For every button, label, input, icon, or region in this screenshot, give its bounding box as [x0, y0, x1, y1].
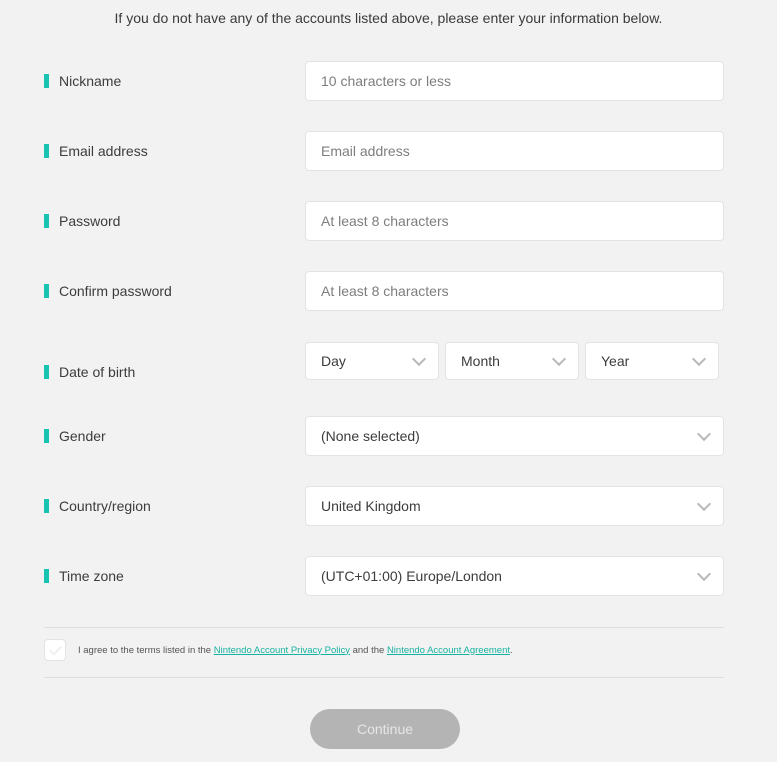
- privacy-policy-link[interactable]: Nintendo Account Privacy Policy: [214, 645, 350, 656]
- password-input[interactable]: At least 8 characters: [305, 201, 724, 241]
- dob-row: Date of birth Day Month Year: [44, 342, 724, 398]
- required-marker: [44, 214, 49, 228]
- agreement-row: I agree to the terms listed in the Ninte…: [44, 638, 724, 662]
- required-marker: [44, 429, 49, 443]
- email-row: Email address Email address: [44, 131, 724, 171]
- agree-checkbox[interactable]: [44, 639, 66, 661]
- confirm-password-label: Confirm password: [44, 271, 172, 311]
- intro-text: If you do not have any of the accounts l…: [114, 10, 663, 26]
- check-icon: [48, 642, 63, 656]
- chevron-down-icon: [691, 351, 707, 367]
- chevron-down-icon: [696, 426, 712, 442]
- gender-select[interactable]: (None selected): [305, 416, 724, 456]
- dob-label: Date of birth: [44, 352, 135, 392]
- country-select[interactable]: United Kingdom: [305, 486, 724, 526]
- divider: [44, 627, 724, 628]
- nickname-input[interactable]: 10 characters or less: [305, 61, 724, 101]
- dob-year-select[interactable]: Year: [585, 342, 719, 380]
- chevron-down-icon: [696, 496, 712, 512]
- nickname-label: Nickname: [44, 61, 121, 101]
- chevron-down-icon: [551, 351, 567, 367]
- country-label: Country/region: [44, 486, 151, 526]
- dob-month-select[interactable]: Month: [445, 342, 579, 380]
- divider: [44, 677, 724, 678]
- account-agreement-link[interactable]: Nintendo Account Agreement: [387, 645, 510, 656]
- required-marker: [44, 569, 49, 583]
- country-row: Country/region United Kingdom: [44, 486, 724, 526]
- gender-row: Gender (None selected): [44, 416, 724, 456]
- email-label: Email address: [44, 131, 148, 171]
- email-input[interactable]: Email address: [305, 131, 724, 171]
- password-row: Password At least 8 characters: [44, 201, 724, 241]
- timezone-select[interactable]: (UTC+01:00) Europe/London: [305, 556, 724, 596]
- required-marker: [44, 284, 49, 298]
- confirm-password-input[interactable]: At least 8 characters: [305, 271, 724, 311]
- required-marker: [44, 74, 49, 88]
- timezone-row: Time zone (UTC+01:00) Europe/London: [44, 556, 724, 596]
- required-marker: [44, 144, 49, 158]
- agreement-text: I agree to the terms listed in the Ninte…: [78, 644, 513, 656]
- chevron-down-icon: [696, 566, 712, 582]
- required-marker: [44, 365, 49, 379]
- required-marker: [44, 499, 49, 513]
- password-label: Password: [44, 201, 120, 241]
- timezone-label: Time zone: [44, 556, 124, 596]
- continue-button[interactable]: Continue: [310, 709, 460, 749]
- nickname-row: Nickname 10 characters or less: [44, 61, 724, 101]
- confirm-password-row: Confirm password At least 8 characters: [44, 271, 724, 311]
- dob-day-select[interactable]: Day: [305, 342, 439, 380]
- chevron-down-icon: [411, 351, 427, 367]
- gender-label: Gender: [44, 416, 106, 456]
